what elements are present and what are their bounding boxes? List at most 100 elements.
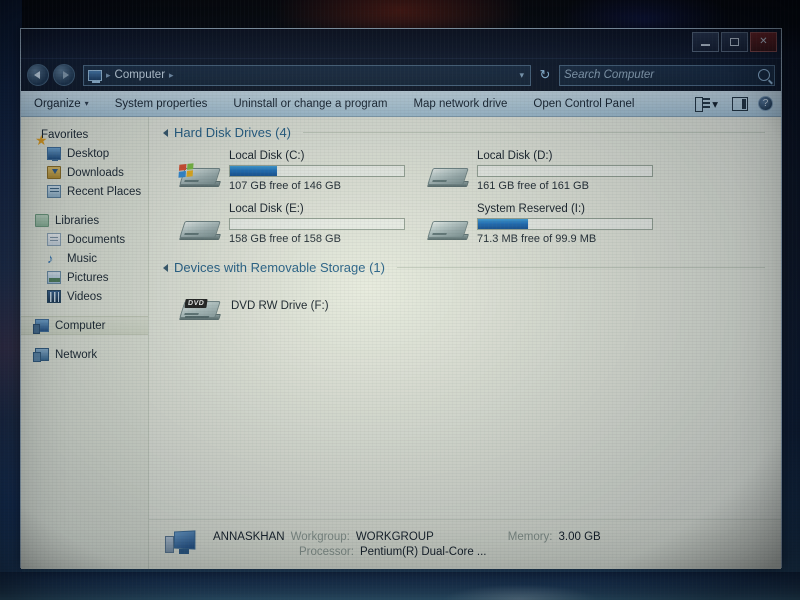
sidebar-label-computer: Computer xyxy=(55,319,106,332)
wallpaper-left-strip xyxy=(0,0,22,600)
sidebar-item-network[interactable]: Network xyxy=(21,345,148,364)
chevron-down-icon[interactable]: ▾ xyxy=(519,70,526,81)
search-icon[interactable] xyxy=(758,69,770,81)
sidebar-label-network: Network xyxy=(55,348,98,361)
drive-name-c: Local Disk (C:) xyxy=(229,150,305,162)
minimize-button[interactable] xyxy=(692,32,719,52)
group-header-removable-storage[interactable]: Devices with Removable Storage (1) xyxy=(163,260,781,275)
search-input[interactable] xyxy=(564,69,758,81)
workgroup-value: WORKGROUP xyxy=(355,531,434,543)
sidebar-group-libraries: Libraries Documents ♪ Music Pictures Vid… xyxy=(21,211,148,306)
libraries-icon xyxy=(35,214,49,227)
chevron-down-icon: ▾ xyxy=(84,99,89,108)
hard-drive-icon xyxy=(427,162,469,196)
sidebar-label-downloads: Downloads xyxy=(67,166,124,179)
uninstall-program-button[interactable]: Uninstall or change a program xyxy=(220,91,400,116)
drive-name-e: Local Disk (E:) xyxy=(229,203,304,215)
sidebar-group-computer: Computer xyxy=(21,316,148,335)
breadcrumb-computer[interactable]: Computer xyxy=(115,69,166,81)
sidebar-item-music[interactable]: ♪ Music xyxy=(21,249,148,268)
help-icon[interactable]: ? xyxy=(758,96,773,111)
sidebar-item-recent-places[interactable]: Recent Places xyxy=(21,182,148,201)
network-icon xyxy=(33,348,49,362)
drive-item-d[interactable]: Local Disk (D:) 161 GB free of 161 GB xyxy=(411,146,659,199)
hard-drive-icon xyxy=(178,162,221,196)
sidebar-label-pictures: Pictures xyxy=(67,271,109,284)
music-icon: ♪ xyxy=(47,251,54,266)
drive-free-space-e: 158 GB free of 158 GB xyxy=(229,233,341,245)
videos-icon xyxy=(47,290,61,303)
sidebar-label-recent-places: Recent Places xyxy=(67,185,142,198)
close-button[interactable]: ✕ xyxy=(750,32,777,52)
breadcrumb-separator: ▸ xyxy=(106,69,111,80)
breadcrumb[interactable]: ▸ Computer ▸ ▾ xyxy=(83,64,531,86)
sidebar-item-downloads[interactable]: Downloads xyxy=(21,163,148,182)
computer-icon xyxy=(165,529,199,560)
back-arrow-icon[interactable] xyxy=(27,64,49,86)
group-title-hard-disk-drives: Hard Disk Drives (4) xyxy=(174,125,292,140)
memory-label: Memory: xyxy=(507,531,553,543)
desktop-icon xyxy=(47,147,61,161)
drive-item-e[interactable]: Local Disk (E:) 158 GB free of 158 GB xyxy=(163,199,411,252)
maximize-button[interactable] xyxy=(721,32,748,52)
title-bar[interactable]: ✕ xyxy=(21,29,781,59)
group-title-removable-storage: Devices with Removable Storage (1) xyxy=(174,260,385,275)
drive-item-i[interactable]: System Reserved (I:) 71.3 MB free of 99.… xyxy=(411,199,659,252)
drive-capacity-bar-i xyxy=(477,218,653,230)
computer-name: ANNASKHAN xyxy=(213,531,285,543)
organize-button[interactable]: Organize ▾ xyxy=(21,91,102,116)
sidebar-item-libraries[interactable]: Libraries xyxy=(21,211,148,230)
file-list-pane[interactable]: Hard Disk Drives (4) Local Disk (C:) 107… xyxy=(149,117,781,569)
pictures-icon xyxy=(47,271,61,284)
group-header-hard-disk-drives[interactable]: Hard Disk Drives (4) xyxy=(163,125,781,140)
drive-capacity-bar-e xyxy=(229,218,405,230)
organize-label: Organize xyxy=(34,97,81,110)
navigation-pane: ★ Favorites Desktop Downloads Recent Pla… xyxy=(21,117,149,569)
computer-icon xyxy=(33,319,49,334)
hard-drive-icon xyxy=(427,215,469,249)
collapse-triangle-icon[interactable] xyxy=(163,263,168,272)
preview-pane-icon[interactable] xyxy=(732,96,748,111)
close-icon: ✕ xyxy=(759,36,768,47)
sidebar-label-music: Music xyxy=(67,252,98,265)
refresh-icon[interactable]: ↻ xyxy=(535,65,555,85)
breadcrumb-separator-2[interactable]: ▸ xyxy=(167,70,176,81)
desktop-background: ✕ ▸ Computer ▸ ▾ ↻ Organize ▾ xyxy=(0,0,800,600)
sidebar-item-videos[interactable]: Videos xyxy=(21,287,148,306)
command-bar: Organize ▾ System properties Uninstall o… xyxy=(21,91,781,117)
open-control-panel-button[interactable]: Open Control Panel xyxy=(520,91,647,116)
hard-drive-icon xyxy=(179,215,221,249)
chevron-down-icon[interactable]: ▾ xyxy=(712,97,718,111)
sidebar-label-libraries: Libraries xyxy=(55,214,100,227)
dvd-badge: DVD xyxy=(184,299,208,308)
system-properties-button[interactable]: System properties xyxy=(102,91,221,116)
workgroup-label: Workgroup: xyxy=(290,531,350,543)
wallpaper-bottom-strip xyxy=(0,572,800,600)
dvd-drive-icon: DVD xyxy=(179,295,221,329)
drive-free-space-d: 161 GB free of 161 GB xyxy=(477,180,589,192)
details-pane: ANNASKHAN Workgroup: WORKGROUP Memory: 3… xyxy=(149,519,781,569)
drive-capacity-bar-d xyxy=(477,165,653,177)
drive-name-i: System Reserved (I:) xyxy=(477,203,585,215)
collapse-triangle-icon[interactable] xyxy=(163,128,168,137)
maximize-icon xyxy=(730,38,739,46)
sidebar-group-network: Network xyxy=(21,345,148,364)
explorer-window: ✕ ▸ Computer ▸ ▾ ↻ Organize ▾ xyxy=(20,28,782,569)
forward-arrow-icon[interactable] xyxy=(53,64,75,86)
drive-capacity-bar-c xyxy=(229,165,405,177)
sidebar-item-pictures[interactable]: Pictures xyxy=(21,268,148,287)
sidebar-item-documents[interactable]: Documents xyxy=(21,230,148,249)
group-divider xyxy=(396,267,765,268)
details-text: ANNASKHAN Workgroup: WORKGROUP Memory: 3… xyxy=(213,531,601,558)
map-network-drive-button[interactable]: Map network drive xyxy=(400,91,520,116)
group-divider xyxy=(303,132,765,133)
drive-name-dvd: DVD RW Drive (F:) xyxy=(231,300,329,312)
search-box[interactable] xyxy=(559,64,775,86)
documents-icon xyxy=(47,233,61,246)
drive-item-c[interactable]: Local Disk (C:) 107 GB free of 146 GB xyxy=(163,146,411,199)
drive-item-dvd[interactable]: DVD DVD RW Drive (F:) xyxy=(163,277,781,329)
sidebar-label-desktop: Desktop xyxy=(67,147,110,160)
change-view-icon[interactable] xyxy=(695,97,711,112)
sidebar-item-favorites[interactable]: ★ Favorites xyxy=(21,125,148,147)
sidebar-item-computer[interactable]: Computer xyxy=(21,316,148,335)
